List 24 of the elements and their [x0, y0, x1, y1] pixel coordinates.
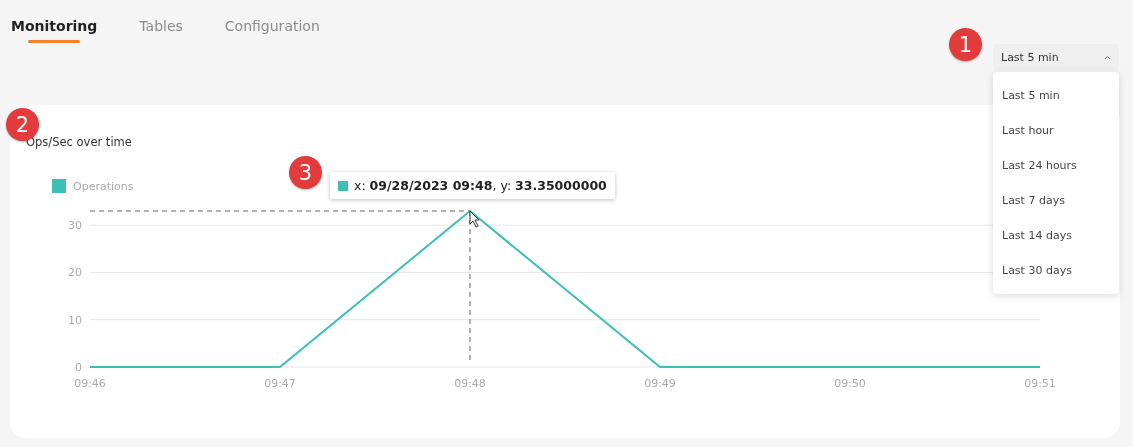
axis-tick-label: 0	[75, 361, 82, 374]
axis-tick-label: 09:46	[74, 377, 106, 390]
axis-tick-label: 30	[68, 219, 82, 233]
dropdown-option[interactable]: Last 7 days	[993, 183, 1119, 218]
dropdown-option[interactable]: Last 5 min	[993, 78, 1119, 113]
tab[interactable]: Monitoring	[11, 17, 98, 43]
legend-label: Operations	[73, 179, 134, 193]
axis-tick-label: 09:49	[644, 377, 676, 390]
axis-tick-label: 09:50	[834, 377, 866, 390]
time-range-dropdown[interactable]: Last 5 min	[993, 44, 1119, 70]
axis-tick-label: 10	[68, 313, 82, 327]
cursor-icon	[469, 210, 480, 228]
axis-tick-label: 09:51	[1024, 377, 1056, 390]
axis-tick-label: 20	[68, 266, 82, 280]
tooltip-swatch	[338, 180, 348, 191]
axis-tick-label: 09:47	[264, 377, 296, 390]
step-marker: 1	[949, 28, 982, 61]
dropdown-option[interactable]: Last 30 days	[993, 253, 1119, 288]
tooltip-text: x: 09/28/2023 09:48, y: 33.35000000	[354, 178, 607, 193]
dropdown-option[interactable]: Last 24 hours	[993, 148, 1119, 183]
axis-tick-label: 09:48	[454, 377, 486, 390]
dropdown-option[interactable]: Last 14 days	[993, 218, 1119, 253]
dropdown-option[interactable]: Last hour	[993, 113, 1119, 148]
chevron-up-icon	[1104, 54, 1111, 60]
